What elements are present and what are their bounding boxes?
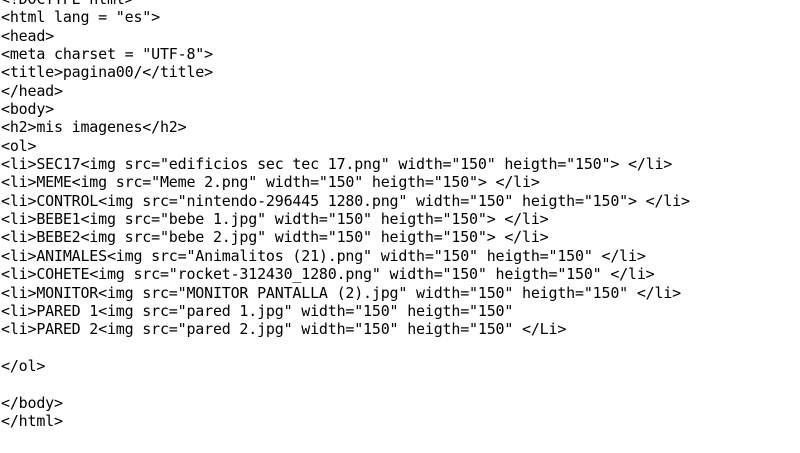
- code-line: <h2>mis imagenes</h2>: [1, 118, 187, 137]
- code-line: </ol>: [1, 356, 46, 375]
- code-line: <li>MONITOR<img src="MONITOR PANTALLA (2…: [1, 283, 681, 302]
- code-line: <li>MEME<img src="Meme 2.png" width="150…: [1, 173, 540, 192]
- code-line: <li>BEBE1<img src="bebe 1.jpg" width="15…: [1, 210, 549, 229]
- code-block: <!DOCTYPE html> <html lang = "es"> <head…: [0, 0, 690, 430]
- code-line: <li>CONTROL<img src="nintendo-296445 128…: [1, 191, 690, 210]
- code-line: <title>pagina00/</title>: [1, 63, 213, 82]
- code-line: <li>PARED 2<img src="pared 2.jpg" width=…: [1, 320, 567, 339]
- code-line: </head>: [1, 81, 63, 100]
- code-line: <li>PARED 1<img src="pared 1.jpg" width=…: [1, 301, 514, 320]
- code-line: <head>: [1, 26, 54, 45]
- code-line: <body>: [1, 100, 54, 119]
- code-line: </html>: [1, 411, 63, 430]
- code-line: <html lang = "es">: [1, 8, 160, 27]
- code-line: <li>SEC17<img src="edificios sec tec 17.…: [1, 155, 673, 174]
- code-line: <meta charset = "UTF-8">: [1, 45, 213, 64]
- code-line: <li>ANIMALES<img src="Animalitos (21).pn…: [1, 246, 646, 265]
- code-line: </body>: [1, 393, 63, 412]
- code-line: <!DOCTYPE html>: [1, 0, 690, 8]
- code-line: <li>BEBE2<img src="bebe 2.jpg" width="15…: [1, 228, 549, 247]
- code-line: <ol>: [1, 136, 37, 155]
- code-line: <li>COHETE<img src="rocket-312430_1280.p…: [1, 265, 655, 284]
- text-editor-area[interactable]: <!DOCTYPE html> <html lang = "es"> <head…: [0, 0, 800, 453]
